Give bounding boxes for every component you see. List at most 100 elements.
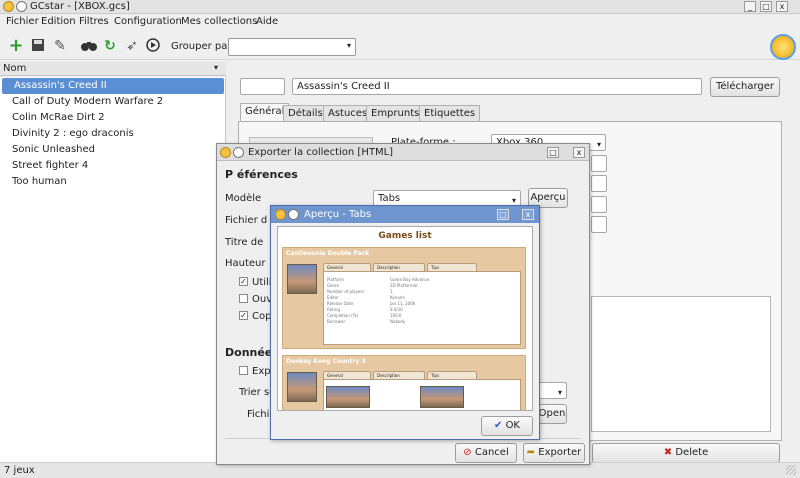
toolbar: + ✎ ↻ ➶ Grouper par [0,32,800,60]
play-icon[interactable] [145,38,161,54]
mini-tab-description: Description [373,263,425,271]
cancel-label: Cancel [474,447,509,458]
export-title: Exporter la collection [HTML] [248,147,394,158]
copy-checkbox[interactable]: ✓ [239,311,248,320]
use-checkbox[interactable]: ✓ [239,277,248,286]
mini-tab-tips: Tips [427,263,477,271]
menubar: Fichier Edition Filtres Configuration Me… [0,14,800,32]
menu-edition[interactable]: Edition [41,16,76,27]
window-title: GCstar - [XBOX.gcs] [30,1,130,12]
add-icon[interactable]: + [8,37,24,55]
section-preferences: P éférences [225,168,298,181]
export-button[interactable]: ➦ Exporter [523,443,585,463]
tab-details[interactable]: Détails [283,105,328,121]
avatar-icon[interactable] [770,34,796,60]
field-1[interactable] [591,155,607,172]
ok-button[interactable]: ✔ OK [481,416,533,436]
mini-tab-general: General [323,263,371,271]
game-list[interactable]: Assassin's Creed II Call of Duty Modern … [0,77,226,462]
refresh-icon[interactable]: ↻ [102,38,118,54]
preview-content[interactable]: Games list Castlevania Double Pack Gener… [277,226,533,411]
group-by-select[interactable]: ▾ [228,38,356,56]
tab-etiquettes[interactable]: Etiquettes [419,105,481,121]
list-item[interactable]: Divinity 2 : ego draconis [0,126,226,142]
binoculars-icon[interactable] [81,38,97,54]
chevron-down-icon: ▾ [346,41,351,50]
item-count: 7 jeux [4,465,35,476]
list-header[interactable]: Nom ▾ [0,62,226,76]
preview-label: Aperçu [530,192,566,203]
open-label: Open [538,408,566,419]
app-icon [3,1,14,12]
menu-icon[interactable] [233,147,244,158]
menu-icon[interactable] [16,1,27,12]
menu-icon[interactable] [288,209,299,220]
maximize-button[interactable]: □ [760,1,772,12]
app-icon [220,147,231,158]
cancel-icon: ⊘ [463,447,472,458]
resize-grip[interactable] [786,465,796,475]
settings-icon[interactable]: ✎ [52,38,68,54]
cancel-button[interactable]: ⊘ Cancel [455,443,517,463]
preview-titlebar: Aperçu - Tabs □ x [271,206,539,223]
list-item[interactable]: Colin McRae Dirt 2 [0,110,226,126]
game-card: Donkey Kong Country 3 General Descriptio… [282,355,526,410]
mini-tab-tips: Tips [427,371,477,379]
minimize-button[interactable]: _ [744,1,756,12]
game-details [323,379,521,410]
column-name-label: Nom [3,63,27,74]
field-2[interactable] [591,175,607,192]
export-titlebar: Exporter la collection [HTML] □ x [217,144,589,161]
check-icon: ✔ [493,420,503,431]
sort-arrow-icon[interactable]: ▾ [214,63,218,72]
chevron-down-icon: ▾ [557,388,562,397]
list-item[interactable]: Sonic Unleashed [0,142,226,158]
send-icon[interactable]: ➶ [124,38,140,54]
tab-astuces[interactable]: Astuces [323,105,373,121]
menu-fichier[interactable]: Fichier [6,16,39,27]
title-label: Titre de [225,237,264,248]
game-cover [287,372,317,402]
title-field[interactable]: Assassin's Creed II [292,78,702,95]
delete-label: Delete [675,447,709,458]
field-3[interactable] [591,196,607,213]
list-item[interactable]: Street fighter 4 [0,158,226,174]
tab-general[interactable]: Général [240,103,290,122]
preview-title: Aperçu - Tabs [304,209,372,220]
description-area[interactable] [591,296,771,432]
close-button[interactable]: x [573,147,585,158]
export-checkbox[interactable] [239,366,248,375]
list-item[interactable]: Assassin's Creed II [2,78,224,94]
open-checkbox[interactable] [239,294,248,303]
mini-tab-description: Description [373,371,425,379]
id-field[interactable] [240,78,285,95]
maximize-button[interactable]: □ [497,209,509,220]
game-title: Castlevania Double Pack [286,250,370,257]
sort-select[interactable]: ▾ [537,382,567,399]
main-titlebar: GCstar - [XBOX.gcs] _ □ x [0,0,800,14]
game-title: Donkey Kong Country 3 [286,358,366,365]
height-label: Hauteur [225,258,266,269]
close-button[interactable]: x [522,209,534,220]
close-button[interactable]: x [776,1,788,12]
menu-filtres[interactable]: Filtres [79,16,109,27]
maximize-button[interactable]: □ [547,147,559,158]
tab-emprunts[interactable]: Emprunts [366,105,425,121]
list-item[interactable]: Call of Duty Modern Warfare 2 [0,94,226,110]
field-4[interactable] [591,216,607,233]
list-item[interactable]: Too human [0,174,226,190]
open-button[interactable]: Open [537,404,567,424]
file-label: Fichier d [225,215,268,226]
group-by-label: Grouper par [171,41,232,52]
save-icon[interactable] [30,38,46,54]
game-cover [287,264,317,294]
export-label: Exporter [538,447,582,458]
menu-configuration[interactable]: Configuration [114,16,182,27]
delete-button[interactable]: ✖ Delete [592,443,780,463]
ok-label: OK [505,420,520,431]
mini-tab-general: General [323,371,371,379]
preview-dialog: Aperçu - Tabs □ x Games list Castlevania… [270,205,540,440]
menu-mes-collections[interactable]: Mes collections [181,16,257,27]
download-button[interactable]: Télécharger [710,77,780,97]
menu-aide[interactable]: Aide [256,16,278,27]
